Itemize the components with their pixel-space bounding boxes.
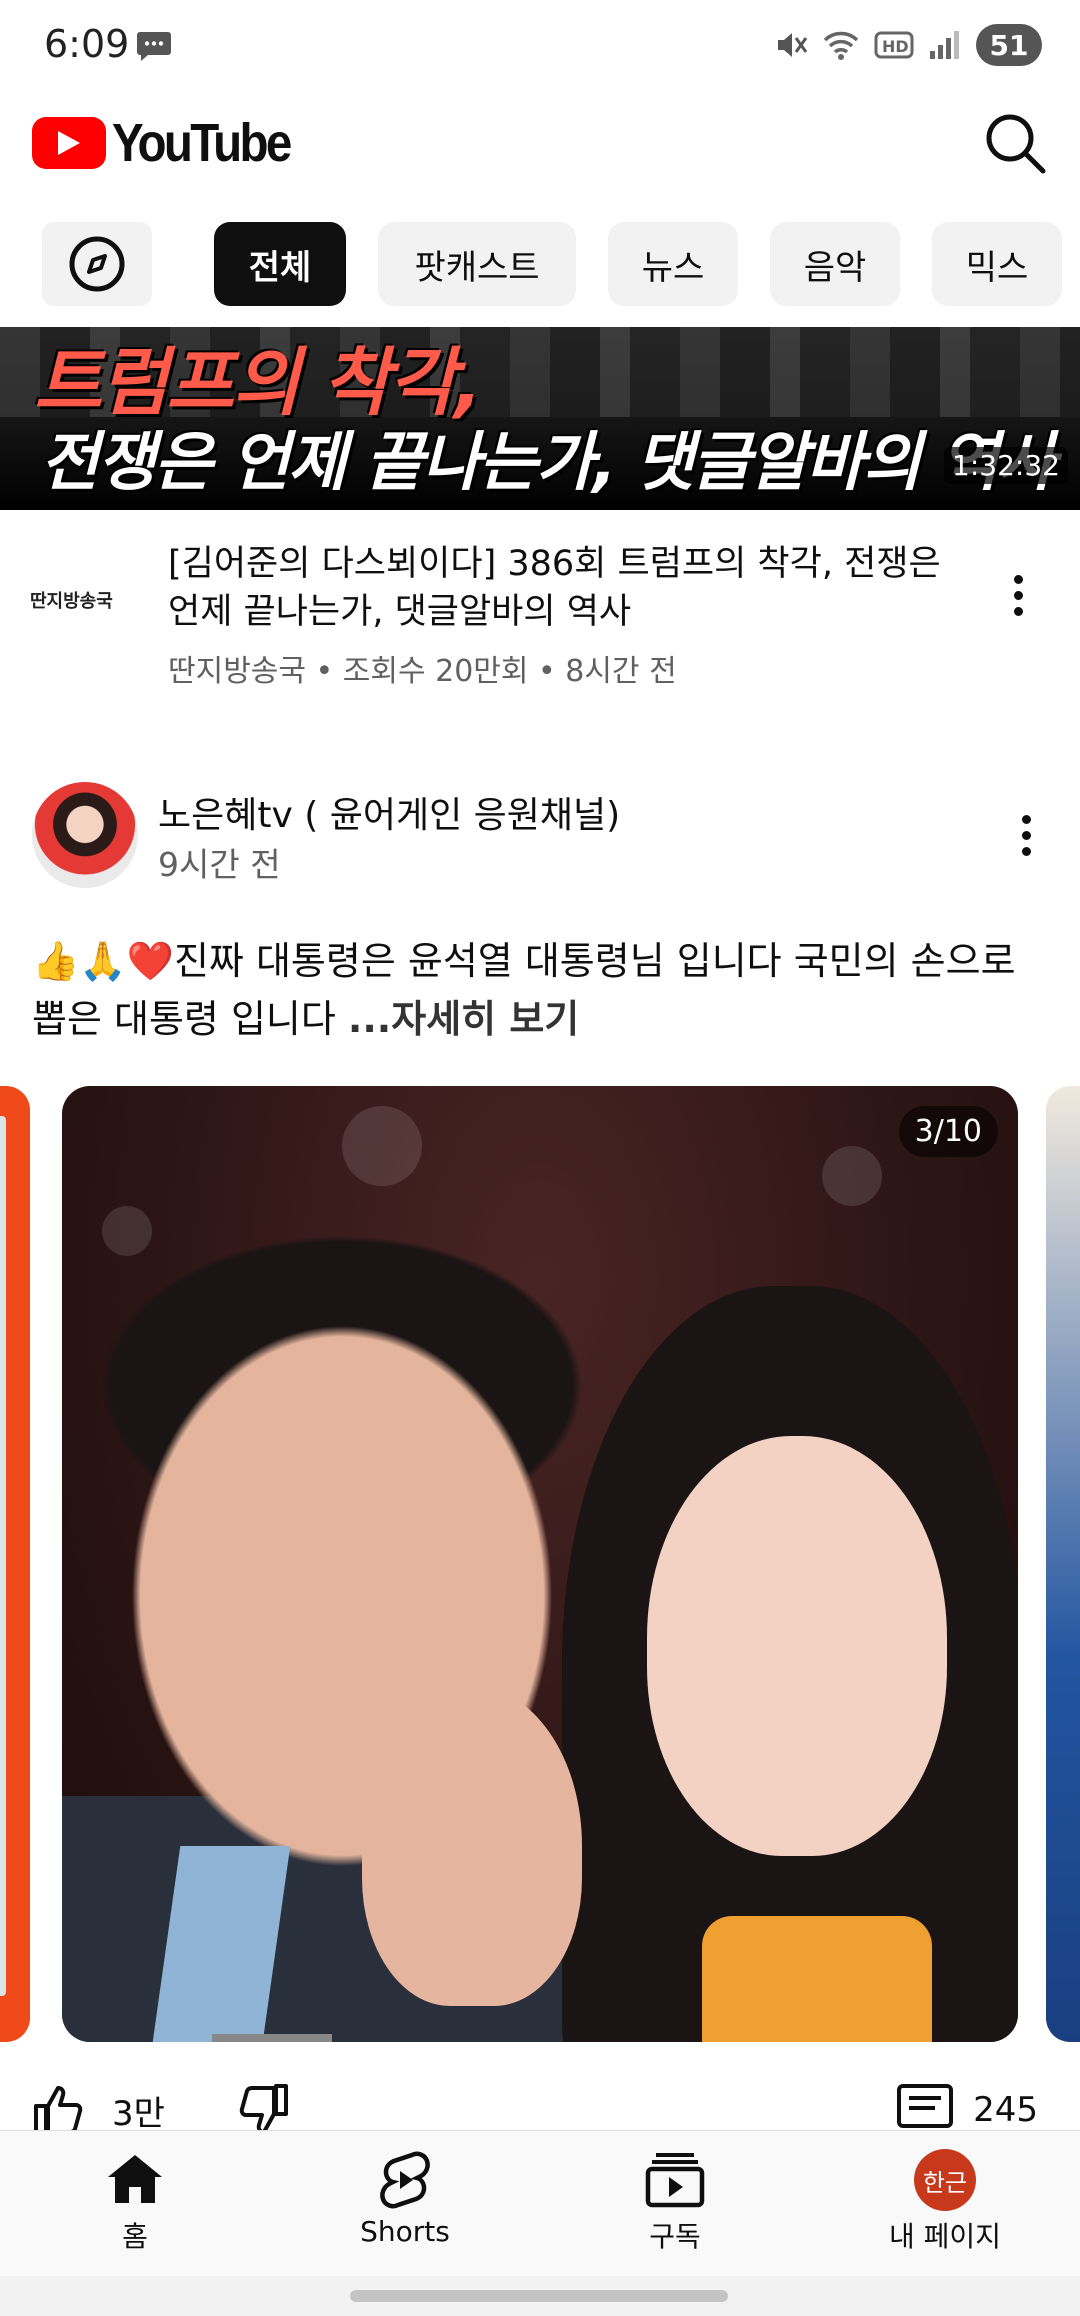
youtube-play-icon — [32, 117, 106, 169]
explore-button[interactable] — [42, 222, 152, 306]
nav-subscriptions-label: 구독 — [649, 2220, 701, 2253]
thumbs-down-icon — [239, 2084, 288, 2130]
message-notification-icon — [137, 32, 171, 61]
category-chips: 전체 팟캐스트 뉴스 음악 믹스 — [0, 220, 1080, 320]
community-post-header: 노은혜tv ( 윤어게인 응원채널) 9시간 전 — [0, 780, 1080, 890]
app-header: YouTube — [0, 90, 1080, 220]
channel-logo-text: 딴지방송국 — [30, 591, 113, 612]
post-image-carousel[interactable]: 3/10 — [0, 1086, 1080, 2042]
nav-shorts[interactable]: Shorts — [305, 2149, 505, 2248]
chip-all[interactable]: 전체 — [214, 222, 346, 306]
comments-button[interactable]: 245 — [895, 2082, 1038, 2130]
nav-home-label: 홈 — [122, 2220, 148, 2253]
youtube-wordmark: YouTube — [112, 113, 292, 173]
subscriptions-icon — [645, 2153, 705, 2208]
video-duration: 1:32:32 — [944, 447, 1068, 484]
post-text[interactable]: 👍🙏❤️진짜 대통령은 윤석열 대통령님 입니다 국민의 손으로 뽑은 대통령 … — [32, 932, 1042, 1048]
status-icons: HD 51 — [774, 24, 1042, 66]
channel-logo[interactable]: 딴지방송국 — [30, 580, 138, 620]
comment-count: 245 — [973, 2090, 1038, 2130]
post-actions: 3만 245 — [0, 2082, 1080, 2130]
video-more-options-icon[interactable] — [998, 560, 1038, 630]
post-channel-name[interactable]: 노은혜tv ( 윤어게인 응원채널) — [158, 786, 620, 838]
home-gesture-bar[interactable] — [350, 2290, 728, 2302]
post-time: 9시간 전 — [158, 845, 281, 884]
nav-me[interactable]: 한근 내 페이지 — [845, 2149, 1045, 2255]
image-counter: 3/10 — [898, 1106, 998, 1157]
like-count: 3만 — [112, 2093, 165, 2131]
home-icon — [108, 2155, 162, 2203]
post-more-options-icon[interactable] — [1006, 800, 1046, 870]
next-image-card[interactable] — [1046, 1086, 1080, 2042]
video-subtitle: 딴지방송국 • 조회수 20만회 • 8시간 전 — [168, 654, 677, 689]
mute-icon — [778, 33, 808, 57]
thumbs-up-icon — [34, 2086, 83, 2130]
previous-image-card[interactable] — [0, 1086, 30, 2042]
nav-me-label: 내 페이지 — [889, 2220, 1001, 2253]
dislike-button[interactable] — [236, 2082, 292, 2130]
bottom-navigation: 홈 Shorts 구독 한근 내 페이지 — [0, 2130, 1080, 2276]
svg-text:HD: HD — [882, 37, 909, 56]
chip-music[interactable]: 음악 — [770, 222, 900, 306]
thumbnail-caption-line2: 전쟁은 언제 끝나는가, 댓글알바의 역사 — [40, 426, 1056, 500]
search-icon[interactable] — [980, 108, 1050, 178]
nav-home[interactable]: 홈 — [35, 2149, 235, 2255]
chip-mix[interactable]: 믹스 — [932, 222, 1062, 306]
chip-podcasts[interactable]: 팟캐스트 — [378, 222, 576, 306]
post-image[interactable]: 3/10 — [62, 1086, 1018, 2042]
signal-icon — [930, 31, 959, 59]
hd-voice-icon: HD — [874, 31, 914, 59]
account-avatar: 한근 — [914, 2149, 976, 2211]
comment-icon — [897, 2084, 954, 2128]
battery-indicator: 51 — [976, 24, 1042, 66]
status-time: 6:09 — [44, 22, 130, 66]
read-more-link[interactable]: ...자세히 보기 — [348, 997, 579, 1041]
youtube-logo[interactable]: YouTube — [32, 112, 314, 174]
chip-news[interactable]: 뉴스 — [608, 222, 738, 306]
nav-subscriptions[interactable]: 구독 — [575, 2149, 775, 2255]
like-button[interactable]: 3만 — [30, 2082, 165, 2130]
status-bar: 6:09 HD 51 — [0, 0, 1080, 90]
wifi-icon — [823, 31, 859, 60]
video-title[interactable]: [김어준의 다스뵈이다] 386회 트럼프의 착각, 전쟁은 언제 끝나는가, … — [168, 540, 968, 636]
video-metadata[interactable]: 딴지방송국 [김어준의 다스뵈이다] 386회 트럼프의 착각, 전쟁은 언제 … — [0, 530, 1080, 700]
channel-avatar[interactable] — [32, 782, 138, 888]
compass-icon — [69, 236, 125, 292]
nav-shorts-label: Shorts — [360, 2215, 450, 2248]
shorts-icon — [380, 2151, 430, 2209]
video-thumbnail[interactable]: 트럼프의 착각, 전쟁은 언제 끝나는가, 댓글알바의 역사 1:32:32 — [0, 327, 1080, 510]
